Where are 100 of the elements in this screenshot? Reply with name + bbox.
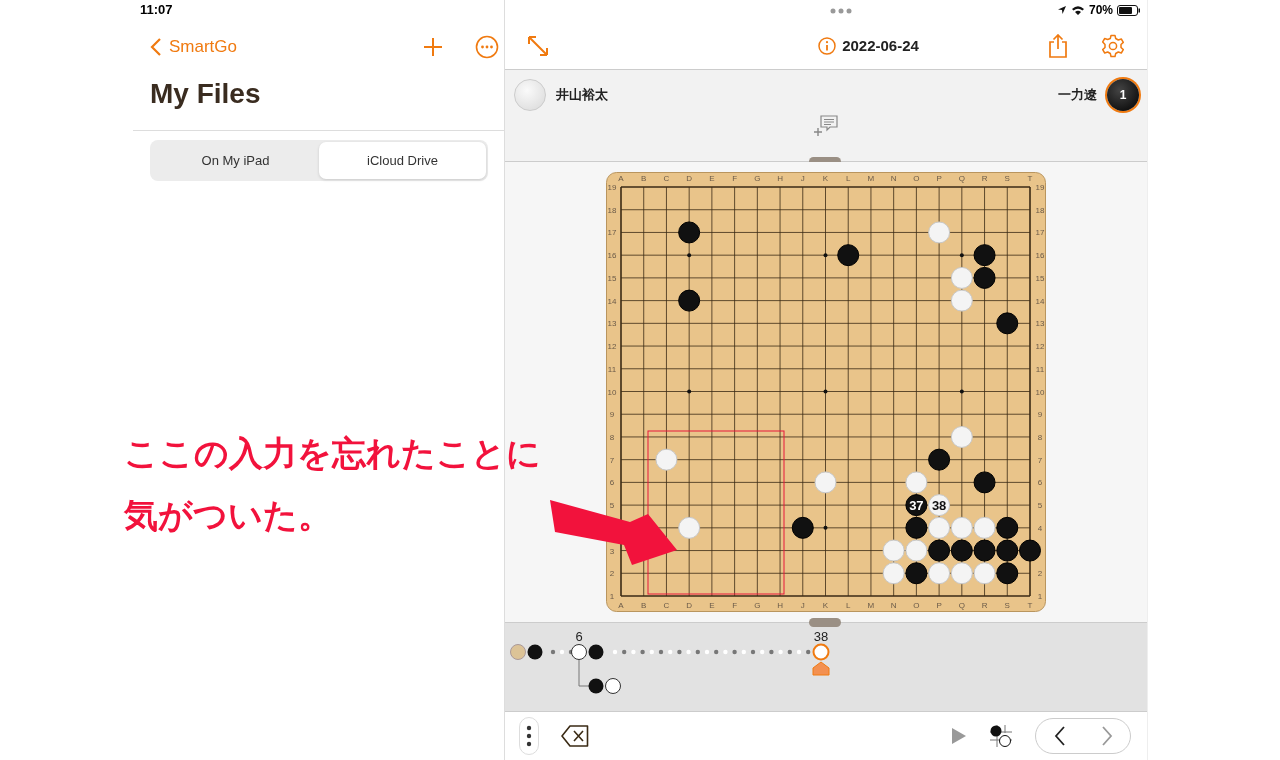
- add-comment-icon[interactable]: [813, 115, 839, 137]
- coordinate-label: 8: [1037, 432, 1043, 442]
- coordinate-label: J: [800, 601, 805, 610]
- move-number: 6: [575, 629, 583, 644]
- coordinate-label: 17: [1035, 228, 1045, 238]
- status-time: 11:07: [140, 2, 173, 17]
- coordinate-label: 2: [609, 569, 615, 579]
- coordinate-label: 10: [1035, 387, 1045, 397]
- coordinate-label: 5: [609, 501, 615, 511]
- coordinate-label: 13: [607, 319, 617, 329]
- coordinate-label: 1: [1037, 592, 1043, 601]
- coordinate-label: 17: [607, 228, 617, 238]
- coordinate-label: E: [709, 174, 715, 183]
- go-stone[interactable]: [791, 516, 814, 539]
- coordinate-label: 18: [607, 205, 617, 215]
- go-stone[interactable]: [973, 471, 996, 494]
- go-stone[interactable]: [996, 562, 1019, 585]
- coordinate-label: J: [800, 174, 805, 183]
- coordinate-label: O: [913, 174, 920, 183]
- go-stone[interactable]: [973, 539, 996, 562]
- annotation-caption: ここの入力を忘れたことに: [124, 432, 541, 474]
- go-stone[interactable]: [973, 266, 996, 289]
- menu-button[interactable]: [519, 717, 539, 755]
- coordinate-label: R: [981, 174, 988, 183]
- coordinate-label: B: [641, 174, 647, 183]
- go-stone[interactable]: [905, 562, 928, 585]
- go-stone[interactable]: [973, 244, 996, 267]
- coordinate-label: 16: [607, 251, 617, 261]
- coordinate-label: F: [732, 601, 738, 610]
- delete-icon[interactable]: [561, 725, 589, 747]
- coordinate-label: 15: [607, 273, 617, 283]
- back-chevron-icon: [150, 38, 162, 56]
- page-title: My Files: [133, 78, 504, 131]
- go-stone[interactable]: [996, 539, 1019, 562]
- go-stone[interactable]: [1019, 539, 1041, 562]
- star-point: [959, 389, 964, 394]
- coordinate-label: 14: [1035, 296, 1045, 306]
- player-stone: 1: [1107, 79, 1139, 111]
- go-stone[interactable]: [996, 516, 1019, 539]
- info-icon[interactable]: [818, 36, 837, 55]
- coordinate-label: 7: [609, 455, 615, 465]
- coordinate-label: L: [846, 601, 851, 610]
- coordinate-label: A: [618, 174, 624, 183]
- more-icon[interactable]: [475, 35, 499, 59]
- coordinate-label: E: [709, 601, 715, 610]
- current-move-node[interactable]: [812, 643, 830, 661]
- expand-icon[interactable]: [527, 34, 549, 57]
- add-icon[interactable]: [423, 37, 443, 57]
- numbered-stone[interactable]: 37: [905, 494, 928, 517]
- play-icon[interactable]: [951, 727, 967, 745]
- coordinate-label: H: [777, 601, 783, 610]
- coordinate-label: F: [732, 174, 738, 183]
- go-stone[interactable]: [996, 312, 1019, 335]
- coordinate-label: 11: [607, 364, 617, 374]
- coordinate-label: Q: [958, 174, 965, 183]
- coordinate-label: 16: [1035, 251, 1045, 261]
- coordinate-label: A: [618, 601, 624, 610]
- coordinate-label: 19: [607, 183, 617, 192]
- settings-icon[interactable]: [1101, 33, 1125, 58]
- coordinate-label: K: [822, 174, 829, 183]
- go-stone[interactable]: [678, 221, 701, 244]
- go-stone[interactable]: [928, 448, 951, 471]
- move-number: 38: [813, 629, 829, 644]
- go-stone[interactable]: [678, 289, 701, 312]
- vertical-dots-icon: [526, 724, 532, 748]
- numbered-stone[interactable]: 38: [928, 494, 951, 517]
- coordinate-label: 12: [607, 342, 617, 352]
- go-stone[interactable]: [837, 244, 860, 267]
- coordinate-label: 7: [1037, 455, 1043, 465]
- share-icon[interactable]: [1048, 33, 1068, 58]
- coordinate-label: 3: [609, 546, 615, 556]
- coordinate-label: 9: [609, 410, 615, 420]
- star-point: [687, 389, 692, 394]
- coordinate-label: C: [663, 174, 670, 183]
- go-stone[interactable]: [950, 539, 973, 562]
- coordinate-label: 9: [1037, 410, 1043, 420]
- previous-icon[interactable]: [1053, 726, 1066, 746]
- move-numbers-icon[interactable]: [989, 724, 1013, 748]
- wifi-icon: [1070, 5, 1085, 15]
- battery-icon: [1117, 4, 1141, 16]
- battery-percentage: 70%: [1088, 3, 1113, 17]
- coordinate-label: 15: [1035, 273, 1045, 283]
- multitasking-icon[interactable]: [830, 8, 852, 14]
- drag-handle[interactable]: [809, 618, 841, 627]
- segment-tab[interactable]: iCloud Drive: [319, 142, 486, 179]
- game-title: 2022-06-24: [842, 37, 919, 54]
- coordinate-label: S: [1004, 601, 1010, 610]
- coordinate-label: G: [754, 601, 761, 610]
- coordinate-label: 18: [1035, 205, 1045, 215]
- go-stone[interactable]: [928, 539, 951, 562]
- coordinate-label: 14: [607, 296, 617, 306]
- segment-tab[interactable]: On My iPad: [152, 142, 319, 179]
- coordinate-label: P: [936, 601, 942, 610]
- coordinate-label: 12: [1035, 342, 1045, 352]
- go-stone[interactable]: [905, 516, 928, 539]
- coordinate-label: O: [913, 601, 920, 610]
- annotation-caption: 気がついた。: [124, 494, 333, 536]
- next-icon[interactable]: [1100, 726, 1113, 746]
- coordinate-label: 4: [1037, 523, 1043, 533]
- coordinate-label: H: [777, 174, 783, 183]
